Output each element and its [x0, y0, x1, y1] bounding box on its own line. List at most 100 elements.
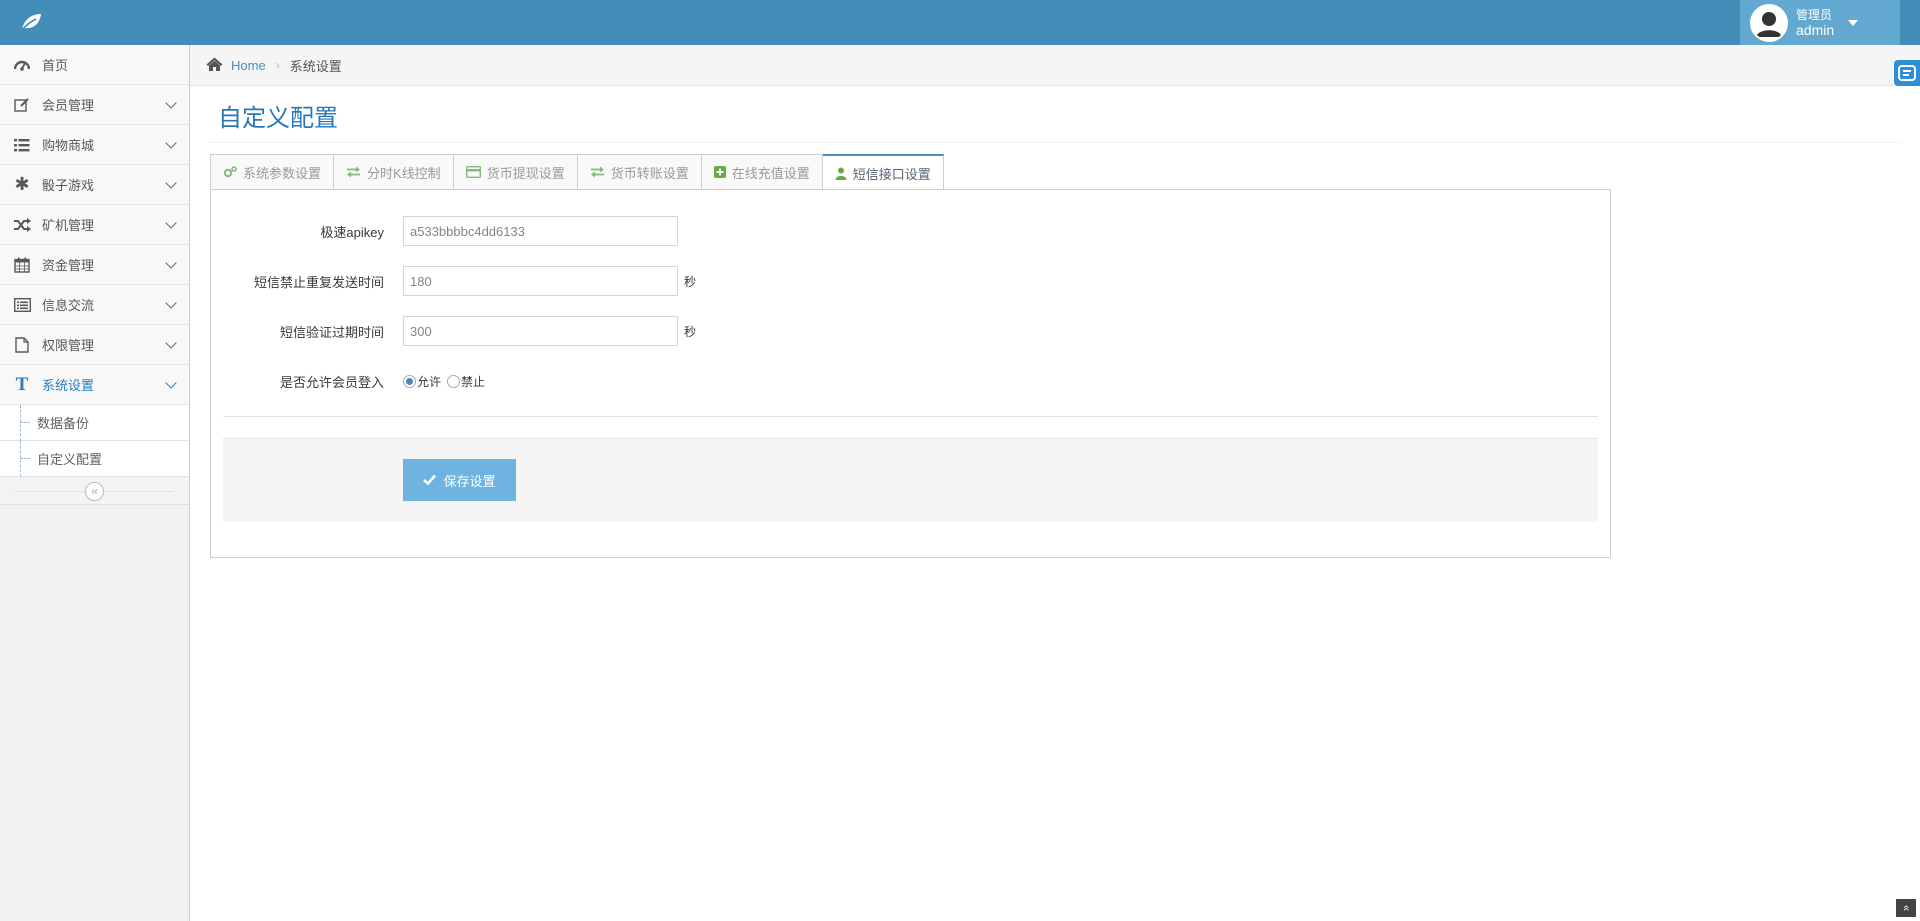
sidebar-item-dice-game[interactable]: ✱ 骰子游戏: [0, 165, 189, 205]
user-menu[interactable]: 管理员 admin: [1740, 0, 1900, 45]
allow-login-row: 是否允许会员登入 允许 禁止: [211, 366, 491, 396]
sidebar-subitem-label: 数据备份: [37, 416, 90, 431]
resend-interval-label: 短信禁止重复发送时间: [253, 274, 384, 290]
sidebar-item-label: 矿机管理: [42, 218, 95, 233]
credit-card-icon: [465, 166, 481, 178]
tab-system-params[interactable]: 系统参数设置: [210, 154, 335, 190]
home-icon: [206, 57, 223, 74]
save-button-label: 保存设置: [443, 473, 496, 489]
sidebar-item-label: 系统设置: [42, 378, 95, 393]
collapse-sidebar-button[interactable]: «: [85, 482, 104, 501]
sidebar-item-home[interactable]: 首页: [0, 45, 189, 85]
tab-label: 货币转账设置: [610, 165, 689, 181]
chevron-down-icon: [165, 217, 177, 229]
tab-label: 系统参数设置: [243, 165, 322, 181]
sidebar-item-label: 信息交流: [42, 298, 95, 313]
sidebar-item-label: 骰子游戏: [42, 178, 95, 193]
file-icon: [12, 336, 32, 353]
expire-time-label: 短信验证过期时间: [279, 324, 384, 340]
leaf-icon[interactable]: [18, 11, 44, 33]
apikey-label: 极速apikey: [320, 224, 384, 240]
tab-withdraw-settings[interactable]: 货币提现设置: [453, 154, 578, 190]
chevron-down-icon: [165, 297, 177, 309]
sms-settings-panel: 极速apikey 短信禁止重复发送时间 秒 短信验证过期时间 秒 是否允许会员登…: [210, 189, 1611, 558]
allow-login-radio-group: 允许 禁止: [403, 373, 491, 390]
sidebar-item-funds[interactable]: 资金管理: [0, 245, 189, 285]
cogs-icon: [223, 166, 237, 178]
chevron-down-icon: [165, 97, 177, 109]
tab-label: 分时K线控制: [367, 165, 441, 181]
sidebar-item-system-settings[interactable]: T 系统设置: [0, 365, 189, 405]
tab-label: 货币提现设置: [486, 165, 565, 181]
sidebar-collapse-bar: «: [0, 477, 189, 505]
check-icon: [423, 473, 437, 488]
tab-label: 短信接口设置: [852, 166, 931, 182]
sidebar-item-mall[interactable]: 购物商城: [0, 125, 189, 165]
deny-radio-label[interactable]: 禁止: [461, 373, 485, 390]
list-alt-icon: [12, 297, 32, 313]
resend-interval-unit: 秒: [684, 274, 697, 289]
expire-time-row: 短信验证过期时间 秒: [211, 316, 696, 346]
exchange-icon: [590, 166, 605, 178]
tab-label: 在线充值设置: [731, 165, 810, 181]
sidebar: 首页 会员管理 购物商城 ✱ 骰子游戏 矿机管理 资金管理 信息交流 权限管理 …: [0, 45, 190, 921]
allow-radio[interactable]: [403, 374, 416, 388]
exchange-icon: [346, 166, 361, 178]
user-name: admin: [1796, 21, 1835, 38]
chevron-down-icon: [165, 137, 177, 149]
sidebar-item-label: 资金管理: [42, 258, 95, 273]
expire-time-unit: 秒: [684, 324, 697, 339]
sidebar-item-label: 会员管理: [42, 98, 95, 113]
chevron-down-icon: [165, 337, 177, 349]
edit-icon: [12, 97, 32, 113]
sidebar-item-members[interactable]: 会员管理: [0, 85, 189, 125]
sidebar-subitem-data-backup[interactable]: 数据备份: [0, 405, 189, 441]
apikey-row: 极速apikey: [211, 216, 678, 246]
calendar-icon: [12, 257, 32, 273]
sidebar-item-label: 首页: [42, 58, 69, 73]
chevron-down-icon: [165, 177, 177, 189]
breadcrumb-separator: ›: [275, 58, 280, 72]
breadcrumb: Home › 系统设置: [190, 45, 1920, 86]
allow-login-label: 是否允许会员登入: [279, 374, 384, 390]
sidebar-item-messages[interactable]: 信息交流: [0, 285, 189, 325]
form-actions: 保存设置: [223, 438, 1598, 522]
allow-radio-label[interactable]: 允许: [417, 373, 441, 390]
list-icon: [12, 137, 32, 153]
chevron-down-icon: [165, 377, 177, 389]
caret-down-icon: [1848, 19, 1859, 26]
sidebar-subitem-custom-config[interactable]: 自定义配置: [0, 441, 189, 477]
tab-transfer-settings[interactable]: 货币转账设置: [577, 154, 702, 190]
settings-tabs: 系统参数设置 分时K线控制 货币提现设置 货币转账设置 在线充值设置 短信接口设…: [210, 154, 944, 191]
chevron-double-up-icon: «: [1900, 904, 1912, 912]
tab-recharge-settings[interactable]: 在线充值设置: [701, 154, 823, 190]
sidebar-item-label: 购物商城: [42, 138, 95, 153]
user-icon: [835, 167, 847, 180]
deny-radio[interactable]: [447, 374, 461, 388]
avatar: [1750, 3, 1788, 42]
sidebar-item-permissions[interactable]: 权限管理: [0, 325, 189, 365]
expire-time-input[interactable]: [403, 316, 678, 346]
plus-square-icon: [713, 166, 726, 178]
text-icon: T: [15, 373, 29, 395]
resend-interval-input[interactable]: [403, 266, 678, 296]
resend-interval-row: 短信禁止重复发送时间 秒: [211, 266, 696, 296]
chevron-down-icon: [165, 257, 177, 269]
sidebar-subitem-label: 自定义配置: [37, 452, 103, 467]
dashboard-icon: [12, 57, 32, 73]
page-title: 自定义配置: [218, 105, 338, 132]
tab-kline-control[interactable]: 分时K线控制: [334, 154, 454, 190]
breadcrumb-current: 系统设置: [289, 58, 342, 74]
apikey-input[interactable]: [403, 216, 678, 246]
sidebar-item-miner[interactable]: 矿机管理: [0, 205, 189, 245]
user-role: 管理员: [1796, 7, 1833, 22]
sidebar-item-label: 权限管理: [42, 338, 95, 353]
shuffle-icon: [12, 217, 32, 233]
scroll-to-top-button[interactable]: «: [1896, 899, 1916, 917]
floating-widget-button[interactable]: [1894, 60, 1920, 86]
breadcrumb-home-link[interactable]: Home: [231, 58, 266, 73]
save-settings-button[interactable]: 保存设置: [403, 459, 516, 501]
tab-sms-settings[interactable]: 短信接口设置: [822, 154, 944, 191]
top-navbar: 管理员 admin: [0, 0, 1920, 45]
asterisk-icon: ✱: [14, 174, 30, 194]
